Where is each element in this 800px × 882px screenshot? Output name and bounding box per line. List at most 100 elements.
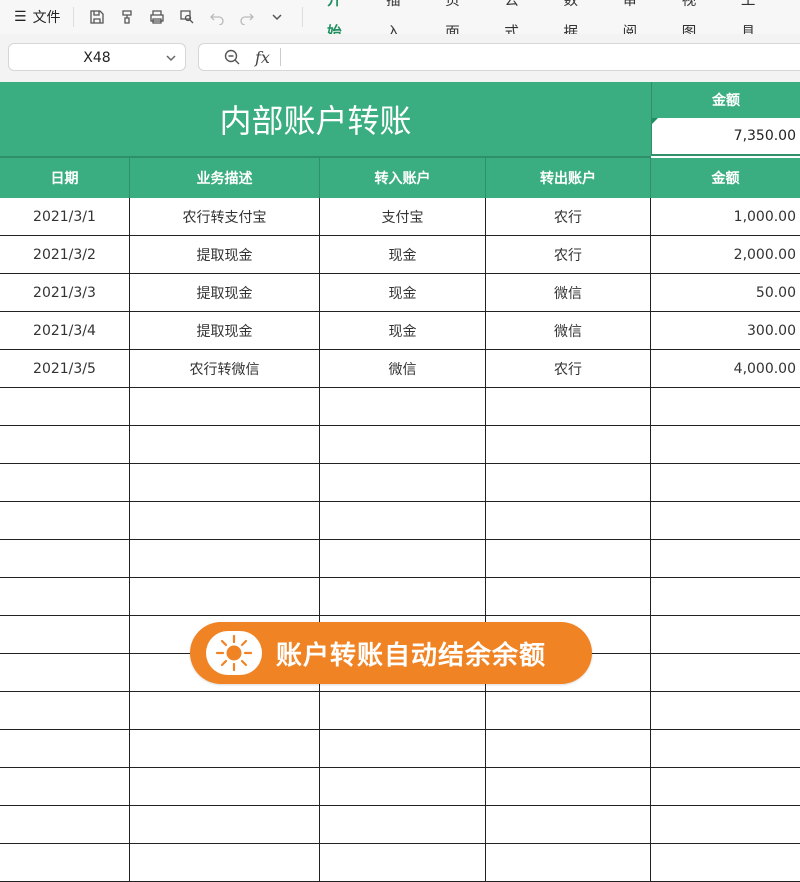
cell-to-account[interactable]	[320, 730, 486, 767]
cell-amount[interactable]	[651, 730, 800, 767]
column-header-description[interactable]: 业务描述	[130, 158, 320, 198]
name-box[interactable]: X48	[8, 43, 186, 71]
cell-to-account[interactable]	[320, 388, 486, 425]
cell-date[interactable]	[0, 616, 130, 653]
column-header-date[interactable]: 日期	[0, 158, 130, 198]
file-menu[interactable]: ☰ 文件	[0, 7, 73, 27]
cell-amount[interactable]: 2,000.00	[651, 236, 800, 273]
cell-to-account[interactable]: 现金	[320, 312, 486, 349]
cell-description[interactable]	[130, 388, 320, 425]
cell-to-account[interactable]	[320, 426, 486, 463]
print-preview-icon[interactable]	[178, 8, 196, 26]
redo-icon[interactable]	[238, 8, 256, 26]
cell-date[interactable]	[0, 654, 130, 691]
chevron-down-icon[interactable]	[165, 44, 177, 82]
cell-to-account[interactable]	[320, 502, 486, 539]
cell-description[interactable]	[130, 502, 320, 539]
cell-description[interactable]	[130, 692, 320, 729]
amount-total-cell[interactable]: 7,350.00	[651, 118, 800, 156]
save-icon[interactable]	[88, 8, 106, 26]
cell-from-account[interactable]: 农行	[486, 198, 651, 235]
fx-icon[interactable]: fx	[255, 48, 270, 67]
format-painter-icon[interactable]	[118, 8, 136, 26]
cell-amount[interactable]	[651, 578, 800, 615]
cell-date[interactable]: 2021/3/2	[0, 236, 130, 273]
cell-date[interactable]	[0, 540, 130, 577]
cell-amount[interactable]: 300.00	[651, 312, 800, 349]
cell-description[interactable]	[130, 464, 320, 501]
cell-date[interactable]	[0, 464, 130, 501]
cell-date[interactable]	[0, 730, 130, 767]
column-header-amount[interactable]: 金额	[651, 158, 800, 198]
cell-description[interactable]	[130, 730, 320, 767]
cell-amount[interactable]	[651, 654, 800, 691]
column-header-to-account[interactable]: 转入账户	[320, 158, 486, 198]
cell-to-account[interactable]: 支付宝	[320, 198, 486, 235]
cell-date[interactable]	[0, 806, 130, 843]
cell-to-account[interactable]: 现金	[320, 236, 486, 273]
cell-from-account[interactable]: 微信	[486, 274, 651, 311]
cell-from-account[interactable]: 农行	[486, 236, 651, 273]
cell-from-account[interactable]	[486, 540, 651, 577]
cell-amount[interactable]	[651, 502, 800, 539]
cell-to-account[interactable]: 微信	[320, 350, 486, 387]
cell-to-account[interactable]	[320, 578, 486, 615]
print-icon[interactable]	[148, 8, 166, 26]
cell-to-account[interactable]	[320, 806, 486, 843]
chevron-down-icon[interactable]	[268, 8, 286, 26]
cell-amount[interactable]	[651, 464, 800, 501]
cell-description[interactable]	[130, 768, 320, 805]
cell-description[interactable]	[130, 578, 320, 615]
cell-from-account[interactable]	[486, 426, 651, 463]
cell-from-account[interactable]	[486, 730, 651, 767]
cell-date[interactable]: 2021/3/1	[0, 198, 130, 235]
cell-amount[interactable]: 1,000.00	[651, 198, 800, 235]
cell-to-account[interactable]	[320, 464, 486, 501]
cell-from-account[interactable]	[486, 806, 651, 843]
cell-from-account[interactable]	[486, 502, 651, 539]
cell-to-account[interactable]	[320, 844, 486, 881]
zoom-icon[interactable]	[223, 48, 241, 66]
cell-amount[interactable]: 4,000.00	[651, 350, 800, 387]
cell-from-account[interactable]	[486, 578, 651, 615]
cell-date[interactable]: 2021/3/3	[0, 274, 130, 311]
cell-amount[interactable]	[651, 616, 800, 653]
cell-date[interactable]	[0, 388, 130, 425]
cell-date[interactable]	[0, 426, 130, 463]
cell-description[interactable]: 提取现金	[130, 312, 320, 349]
cell-to-account[interactable]	[320, 540, 486, 577]
cell-amount[interactable]: 50.00	[651, 274, 800, 311]
cell-description[interactable]	[130, 844, 320, 881]
cell-from-account[interactable]	[486, 768, 651, 805]
cell-description[interactable]	[130, 806, 320, 843]
cell-amount[interactable]	[651, 692, 800, 729]
cell-from-account[interactable]: 农行	[486, 350, 651, 387]
cell-date[interactable]	[0, 578, 130, 615]
cell-date[interactable]	[0, 768, 130, 805]
cell-description[interactable]	[130, 426, 320, 463]
cell-date[interactable]	[0, 692, 130, 729]
formula-input[interactable]: fx	[198, 43, 800, 71]
cell-from-account[interactable]	[486, 844, 651, 881]
undo-icon[interactable]	[208, 8, 226, 26]
cell-from-account[interactable]: 微信	[486, 312, 651, 349]
cell-description[interactable]: 提取现金	[130, 274, 320, 311]
spreadsheet[interactable]: 内部账户转账 金额 7,350.00 日期 业务描述 转入账户 转出账户 金额 …	[0, 82, 800, 882]
column-header-from-account[interactable]: 转出账户	[486, 158, 651, 198]
cell-description[interactable]: 农行转微信	[130, 350, 320, 387]
cell-from-account[interactable]	[486, 388, 651, 425]
cell-date[interactable]: 2021/3/4	[0, 312, 130, 349]
amount-label-cell[interactable]: 金额	[651, 82, 800, 118]
cell-amount[interactable]	[651, 426, 800, 463]
cell-amount[interactable]	[651, 844, 800, 881]
sheet-title-cell[interactable]: 内部账户转账	[0, 82, 651, 158]
cell-to-account[interactable]	[320, 692, 486, 729]
cell-date[interactable]: 2021/3/5	[0, 350, 130, 387]
cell-from-account[interactable]	[486, 464, 651, 501]
cell-amount[interactable]	[651, 768, 800, 805]
cell-to-account[interactable]: 现金	[320, 274, 486, 311]
cell-date[interactable]	[0, 502, 130, 539]
cell-amount[interactable]	[651, 806, 800, 843]
cell-description[interactable]: 农行转支付宝	[130, 198, 320, 235]
cell-description[interactable]: 提取现金	[130, 236, 320, 273]
